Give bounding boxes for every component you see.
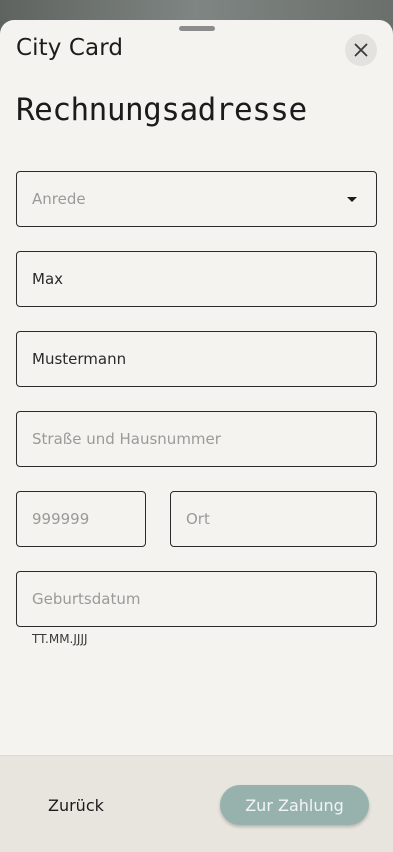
bottom-sheet: City Card Rechnungsadresse Anrede TT.MM.… [0, 20, 393, 852]
first-name-field[interactable] [32, 252, 376, 306]
page-heading: Rechnungsadresse [16, 92, 307, 128]
street-field-container [16, 411, 377, 467]
first-name-field-container [16, 251, 377, 307]
city-field-container [170, 491, 377, 547]
dropdown-caret-icon [347, 197, 357, 202]
sheet-grabber[interactable] [179, 26, 215, 31]
zip-field-container [16, 491, 146, 547]
close-button[interactable] [345, 34, 377, 66]
birthdate-field[interactable] [32, 572, 376, 626]
proceed-to-payment-button[interactable]: Zur Zahlung [220, 785, 369, 825]
birthdate-field-container [16, 571, 377, 627]
footer-bar: Zurück Zur Zahlung [0, 755, 393, 852]
birthdate-format-hint: TT.MM.JJJJ [32, 632, 88, 646]
last-name-field-container [16, 331, 377, 387]
sheet-title: City Card [16, 35, 124, 61]
back-button[interactable]: Zurück [32, 786, 120, 824]
city-field[interactable] [186, 492, 376, 546]
close-icon [354, 43, 368, 57]
last-name-field[interactable] [32, 332, 376, 386]
zip-field[interactable] [32, 492, 145, 546]
salutation-placeholder: Anrede [32, 190, 86, 208]
street-field[interactable] [32, 412, 376, 466]
salutation-select[interactable]: Anrede [16, 171, 377, 227]
